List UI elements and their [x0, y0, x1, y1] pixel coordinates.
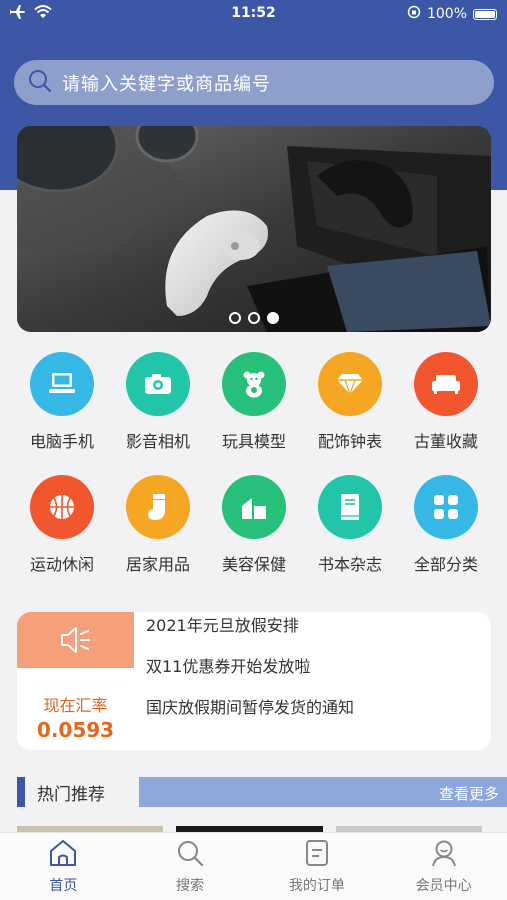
tab-label: 会员中心: [415, 878, 472, 894]
view-more-label: 查看更多: [438, 785, 499, 803]
tab-home[interactable]: 首页: [0, 833, 127, 900]
sock-icon: [126, 475, 190, 539]
category-label: 电脑手机: [29, 432, 94, 451]
category-beauty-health[interactable]: 美容保健: [206, 475, 302, 575]
category-books[interactable]: 书本杂志: [302, 475, 398, 575]
notice-list: 2021年元旦放假安排 双11优惠券开始发放啦 国庆放假期间暂停发货的通知: [146, 612, 486, 750]
notice-item[interactable]: 国庆放假期间暂停发货的通知: [146, 694, 486, 735]
tab-orders[interactable]: 我的订单: [254, 833, 381, 900]
tab-member-center[interactable]: 会员中心: [380, 833, 507, 900]
category-sports[interactable]: 运动休闲: [14, 475, 110, 575]
status-bar: 11:52 100%: [0, 0, 507, 28]
category-label: 影音相机: [125, 432, 190, 451]
section-accent-bar: [17, 777, 25, 807]
carousel-dot[interactable]: [248, 312, 260, 324]
category-label: 运动休闲: [29, 555, 94, 574]
grid-icon: [414, 475, 478, 539]
speaker-icon: [17, 612, 134, 668]
bear-toy-icon: [222, 352, 286, 416]
carousel-dot[interactable]: [229, 312, 241, 324]
sofa-icon: [414, 352, 478, 416]
diamond-icon: [318, 352, 382, 416]
category-computer-phone[interactable]: 电脑手机: [14, 352, 110, 452]
category-accessories-watches[interactable]: 配饰钟表: [302, 352, 398, 452]
category-label: 书本杂志: [317, 555, 382, 574]
book-icon: [318, 475, 382, 539]
camera-icon: [126, 352, 190, 416]
search-placeholder: 请输入关键字或商品编号: [62, 73, 271, 95]
laptop-icon: [30, 352, 94, 416]
hot-recommend-title: 热门推荐: [37, 785, 105, 805]
category-label: 居家用品: [125, 555, 190, 574]
tab-label: 首页: [49, 878, 78, 894]
battery-icon: [473, 8, 497, 20]
search-icon: [175, 839, 205, 871]
exchange-rate-panel: 现在汇率 0.0593: [17, 612, 134, 750]
home-icon: [48, 839, 78, 871]
category-label: 古董收藏: [413, 432, 478, 451]
orientation-lock-icon: [407, 5, 421, 23]
tab-label: 搜索: [176, 878, 205, 894]
search-icon: [28, 69, 52, 97]
category-all[interactable]: 全部分类: [398, 475, 494, 575]
user-icon: [429, 839, 459, 871]
category-label: 全部分类: [413, 555, 478, 574]
tab-search[interactable]: 搜索: [127, 833, 254, 900]
category-label: 美容保健: [221, 555, 286, 574]
exchange-rate-label: 现在汇率: [43, 696, 108, 715]
category-home-goods[interactable]: 居家用品: [110, 475, 206, 575]
category-label: 配饰钟表: [317, 432, 382, 451]
basketball-icon: [30, 475, 94, 539]
carousel-dots: [17, 312, 491, 324]
battery-percent: 100%: [426, 6, 467, 22]
carousel-dot-active[interactable]: [267, 312, 279, 324]
category-antiques[interactable]: 古董收藏: [398, 352, 494, 452]
category-label: 玩具模型: [221, 432, 286, 451]
view-more-button[interactable]: 查看更多: [139, 777, 507, 807]
exchange-rate-value: 0.0593: [36, 718, 115, 742]
order-icon: [302, 839, 332, 871]
search-input[interactable]: 请输入关键字或商品编号: [14, 60, 494, 105]
notice-item[interactable]: 双11优惠券开始发放啦: [146, 653, 486, 694]
hot-recommend-header: 热门推荐 查看更多: [17, 775, 507, 809]
category-av-camera[interactable]: 影音相机: [110, 352, 206, 452]
notice-card: 现在汇率 0.0593 2021年元旦放假安排 双11优惠券开始发放啦 国庆放假…: [17, 612, 491, 750]
health-icon: [222, 475, 286, 539]
category-grid: 电脑手机 影音相机 玩具模型 配饰钟表 古董收藏 运动休闲 居家用品 美容保健 …: [14, 352, 494, 575]
notice-item[interactable]: 2021年元旦放假安排: [146, 612, 486, 653]
category-toys[interactable]: 玩具模型: [206, 352, 302, 452]
banner-carousel[interactable]: [17, 126, 491, 332]
bottom-tab-bar: 首页 搜索 我的订单 会员中心: [0, 832, 507, 900]
tab-label: 我的订单: [288, 878, 345, 894]
banner-image: [17, 126, 491, 332]
